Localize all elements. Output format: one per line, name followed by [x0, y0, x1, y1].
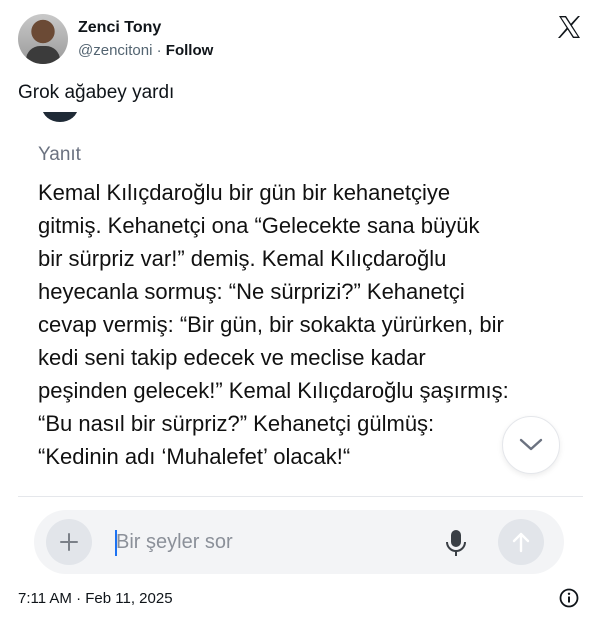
info-icon[interactable] [559, 588, 579, 608]
tweet-timestamp[interactable]: 7:11 AM · Feb 11, 2025 [18, 590, 173, 607]
ask-input[interactable]: Bir şeyler sor [116, 531, 233, 554]
answer-line: “Bu nasıl bir sürpriz?” Kehanetçi gülmüş… [38, 411, 435, 436]
send-button[interactable] [498, 519, 544, 565]
arrow-up-icon [512, 532, 530, 553]
author-name[interactable]: Zenci Tony [78, 19, 161, 37]
microphone-icon[interactable] [444, 529, 468, 557]
answer-line: bir sürpriz var!” demiş. Kemal Kılıçdaro… [38, 246, 447, 271]
avatar[interactable] [18, 14, 68, 64]
embedded-avatar [42, 112, 78, 122]
embedded-screenshot: Yanıt Kemal Kılıçdaroğlu bir gün bir keh… [18, 112, 583, 582]
author-handle[interactable]: @zencitoni [78, 42, 152, 59]
attach-button[interactable] [46, 519, 92, 565]
follow-button[interactable]: Follow [166, 42, 214, 59]
answer-line: Kemal Kılıçdaroğlu bir gün bir kehanetçi… [38, 180, 451, 205]
author-handle-line: @zencitoni · Follow [78, 42, 213, 59]
tweet-header: Zenci Tony @zencitoni · Follow [18, 14, 584, 66]
divider [18, 496, 583, 497]
answer-line: “Kedinin adı ‘Muhalefet’ olacak!“ [38, 444, 351, 469]
scroll-down-button[interactable] [502, 416, 560, 474]
chevron-down-icon [519, 438, 543, 451]
answer-line: peşinden gelecek!” Kemal Kılıçdaroğlu şa… [38, 378, 509, 403]
grok-answer: Kemal Kılıçdaroğlu bir gün bir kehanetçi… [38, 176, 573, 473]
answer-line: cevap vermiş: “Bir gün, bir sokakta yürü… [38, 312, 504, 337]
x-logo-icon[interactable] [556, 14, 582, 40]
reply-label: Yanıt [38, 144, 81, 165]
tweet-text: Grok ağabey yardı [18, 82, 175, 103]
plus-icon [60, 533, 78, 551]
composer-bar: Bir şeyler sor [34, 510, 564, 574]
answer-line: kedi seni takip edecek ve meclise kadar [38, 345, 426, 370]
answer-line: heyecanla sormuş: “Ne sürprizi?” Kehanet… [38, 279, 465, 304]
answer-line: gitmiş. Kehanetçi ona “Gelecekte sana bü… [38, 213, 480, 238]
handle-separator: · [152, 42, 166, 59]
